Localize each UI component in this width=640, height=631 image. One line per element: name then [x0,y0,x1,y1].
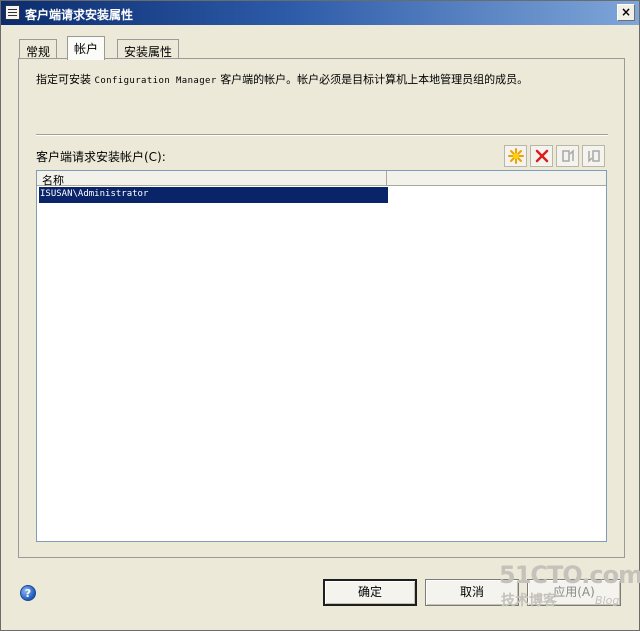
apply-button[interactable]: 应用(A) [527,579,621,606]
description-prefix: 指定可安装 [36,73,91,86]
accounts-list-label: 客户端请求安装帐户(C): [36,150,166,164]
move-down-icon [587,150,600,163]
description-product: Configuration Manager [94,76,217,86]
red-x-icon [535,149,548,163]
delete-account-button[interactable] [530,145,553,167]
tab-accounts[interactable]: 帐户 [67,36,106,60]
accounts-list[interactable]: 名称 ISUSAN\Administrator [36,170,607,542]
title-bar[interactable]: 客户端请求安装属性 × [1,1,639,25]
separator [36,134,608,136]
dialog-window: 客户端请求安装属性 × 常规 帐户 安装属性 指定可安装 Configurati… [0,0,640,631]
new-account-button[interactable] [504,145,527,167]
cancel-button[interactable]: 取消 [425,579,519,606]
move-up-button[interactable] [556,145,579,167]
move-up-icon [561,149,574,162]
move-down-button[interactable] [582,145,605,167]
description-suffix: 客户端的帐户。帐户必须是目标计算机上本地管理员组的成员。 [220,73,529,86]
dialog-icon [5,5,20,20]
help-icon[interactable]: ? [20,585,36,601]
starburst-icon [507,148,524,164]
description-text: 指定可安装 Configuration Manager 客户端的帐户。帐户必须是… [36,71,616,87]
tab-general[interactable]: 常规 [19,39,58,59]
close-button[interactable]: × [617,4,635,21]
tab-install-properties[interactable]: 安装属性 [117,39,180,59]
column-header-blank[interactable] [387,171,606,186]
column-header-name[interactable]: 名称 [37,171,387,187]
ok-button[interactable]: 确定 [323,579,417,606]
list-item[interactable]: ISUSAN\Administrator [38,186,389,204]
window-title: 客户端请求安装属性 [25,8,134,22]
accounts-tab-panel: 指定可安装 Configuration Manager 客户端的帐户。帐户必须是… [18,58,625,558]
